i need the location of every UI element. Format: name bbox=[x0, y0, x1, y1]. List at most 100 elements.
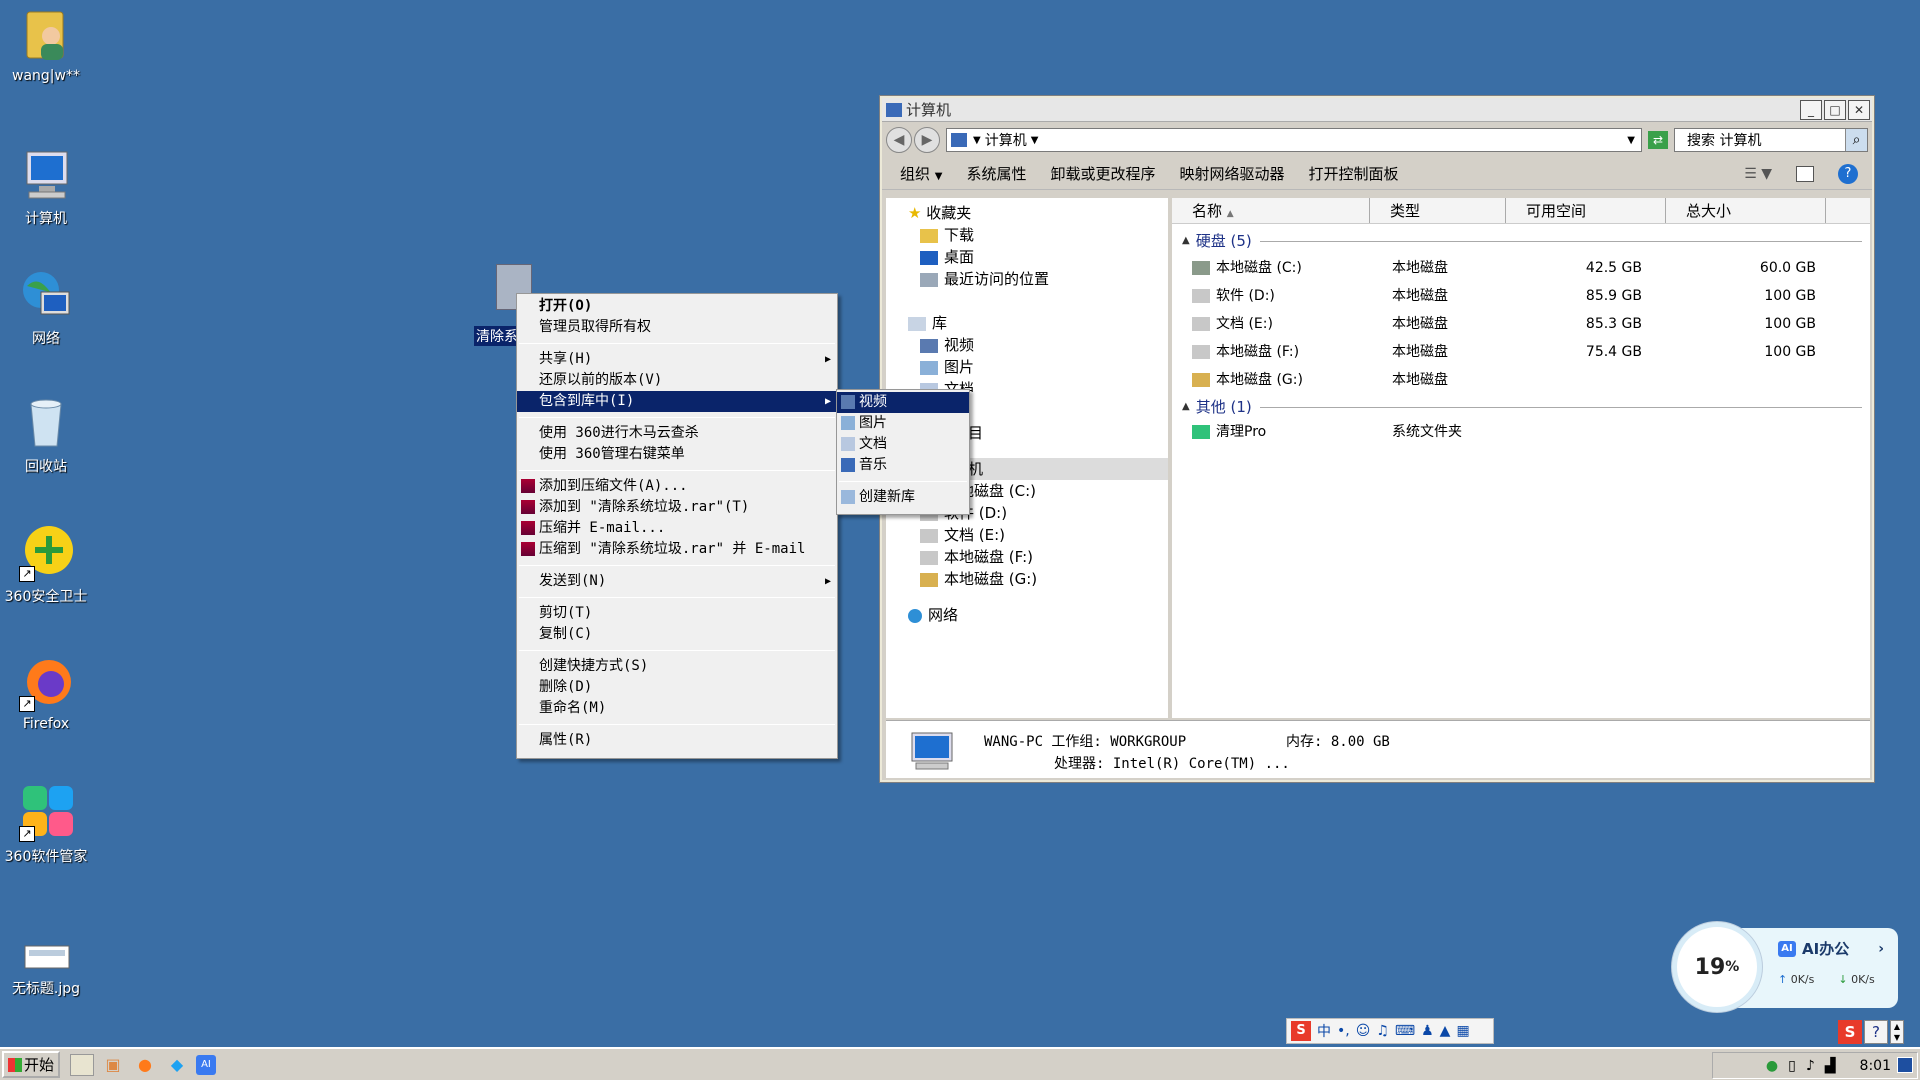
desktop-icon-network[interactable]: 网络 bbox=[0, 266, 92, 348]
microphone-icon[interactable]: ♫ bbox=[1376, 1023, 1389, 1039]
address-dropdown-icon[interactable]: ▼ bbox=[1627, 135, 1635, 146]
punctuation-icon[interactable]: •, bbox=[1337, 1023, 1350, 1039]
system-properties-button[interactable]: 系统属性 bbox=[967, 163, 1027, 184]
drive-row[interactable]: 本地磁盘 (C:) 本地磁盘 42.5 GB 60.0 GB bbox=[1172, 254, 1870, 282]
skin-icon[interactable]: ▲ bbox=[1440, 1023, 1451, 1039]
clock[interactable]: 8:01 bbox=[1860, 1058, 1891, 1074]
volume-icon[interactable]: ♪ bbox=[1806, 1058, 1815, 1074]
memory-usage-circle[interactable]: 19% bbox=[1672, 922, 1762, 1012]
show-desktop-button[interactable] bbox=[1897, 1057, 1913, 1073]
collapse-icon[interactable]: ▲ bbox=[1182, 230, 1190, 252]
view-options-icon[interactable]: ☰ ▼ bbox=[1744, 166, 1772, 182]
window-title-bar[interactable]: 计算机 _ □ ✕ bbox=[882, 98, 1872, 122]
ime-mode[interactable]: 中 bbox=[1317, 1021, 1331, 1041]
submenu-pictures[interactable]: 图片 bbox=[837, 413, 969, 434]
column-type[interactable]: 类型 bbox=[1370, 198, 1506, 223]
menu-rename[interactable]: 重命名(M) bbox=[517, 698, 837, 719]
column-total[interactable]: 总大小 bbox=[1666, 198, 1826, 223]
drive-row[interactable]: 本地磁盘 (G:) 本地磁盘 bbox=[1172, 366, 1870, 394]
help-icon[interactable]: ? bbox=[1864, 1020, 1888, 1044]
ai-icon[interactable]: AI bbox=[196, 1054, 216, 1075]
preview-pane-icon[interactable] bbox=[1796, 165, 1814, 182]
menu-cut[interactable]: 剪切(T) bbox=[517, 603, 837, 624]
toolbox-icon[interactable]: ▦ bbox=[1456, 1023, 1469, 1039]
desktop-icon-untitled-jpg[interactable]: 无标题.jpg bbox=[0, 930, 92, 998]
map-drive-button[interactable]: 映射网络驱动器 bbox=[1180, 163, 1285, 184]
nav-favorites[interactable]: ★ 收藏夹 bbox=[886, 202, 1168, 224]
forward-button[interactable]: ▶ bbox=[914, 127, 940, 153]
start-button[interactable]: 开始 bbox=[2, 1051, 60, 1078]
close-button[interactable]: ✕ bbox=[1848, 99, 1870, 120]
submenu-music[interactable]: 音乐 bbox=[837, 455, 969, 476]
keyboard-icon[interactable]: ⌨ bbox=[1395, 1023, 1415, 1039]
chevron-right-icon[interactable]: › bbox=[1878, 941, 1884, 957]
column-name[interactable]: 名称 ▲ bbox=[1172, 198, 1370, 223]
nav-libraries[interactable]: 库 bbox=[886, 312, 1168, 334]
ai-office-label[interactable]: AI办公 bbox=[1802, 938, 1878, 959]
firefox-icon[interactable]: ● bbox=[132, 1052, 158, 1078]
desktop-icon-360software[interactable]: ↗ 360软件管家 bbox=[0, 784, 92, 866]
drive-row[interactable]: 本地磁盘 (F:) 本地磁盘 75.4 GB 100 GB bbox=[1172, 338, 1870, 366]
user-icon[interactable]: ♟ bbox=[1421, 1023, 1434, 1039]
help-icon[interactable]: ? bbox=[1838, 163, 1858, 184]
group-hard-disks[interactable]: ▲ 硬盘 (5) bbox=[1172, 230, 1870, 252]
network-signal-icon[interactable]: ▟ bbox=[1825, 1058, 1836, 1074]
show-desktop-icon[interactable] bbox=[70, 1053, 94, 1076]
refresh-icon[interactable]: ⇄ bbox=[1648, 131, 1668, 149]
nav-drive-e[interactable]: 文档 (E:) bbox=[886, 524, 1168, 546]
nav-drive-g[interactable]: 本地磁盘 (G:) bbox=[886, 568, 1168, 590]
nav-downloads[interactable]: 下载 bbox=[886, 224, 1168, 246]
emoji-icon[interactable]: ☺ bbox=[1356, 1023, 1371, 1039]
menu-compress-rar-email[interactable]: 压缩到 "清除系统垃圾.rar" 并 E-mail bbox=[517, 539, 837, 560]
menu-add-to-rar[interactable]: 添加到 "清除系统垃圾.rar"(T) bbox=[517, 497, 837, 518]
nav-lib-video[interactable]: 视频 bbox=[886, 334, 1168, 356]
more-icon[interactable]: ▲ ▼ bbox=[1890, 1020, 1904, 1044]
submenu-video[interactable]: 视频 bbox=[837, 392, 969, 413]
menu-take-ownership[interactable]: 管理员取得所有权 bbox=[517, 317, 837, 338]
selected-desktop-file[interactable]: 清除系 bbox=[474, 264, 532, 346]
360-software-icon[interactable]: ◆ bbox=[164, 1052, 190, 1078]
drive-row[interactable]: 文档 (E:) 本地磁盘 85.3 GB 100 GB bbox=[1172, 310, 1870, 338]
control-panel-button[interactable]: 打开控制面板 bbox=[1309, 163, 1399, 184]
device-icon[interactable]: ▯ bbox=[1788, 1058, 1796, 1074]
menu-360-scan[interactable]: 使用 360进行木马云查杀 bbox=[517, 423, 837, 444]
menu-share[interactable]: 共享(H) ▶ bbox=[517, 349, 837, 370]
desktop-icon-computer[interactable]: 计算机 bbox=[0, 146, 92, 228]
menu-add-archive[interactable]: 添加到压缩文件(A)... bbox=[517, 476, 837, 497]
menu-delete[interactable]: 删除(D) bbox=[517, 677, 837, 698]
submenu-new-library[interactable]: 创建新库 bbox=[837, 487, 969, 508]
breadcrumb[interactable]: 计算机 bbox=[985, 130, 1027, 150]
collapse-icon[interactable]: ▲ bbox=[1182, 396, 1190, 418]
search-icon[interactable]: ⌕ bbox=[1845, 129, 1867, 151]
sogou-tray-icon[interactable]: S bbox=[1838, 1020, 1862, 1044]
group-other[interactable]: ▲ 其他 (1) bbox=[1172, 396, 1870, 418]
nav-recent[interactable]: 最近访问的位置 bbox=[886, 268, 1168, 290]
menu-restore-previous[interactable]: 还原以前的版本(V) bbox=[517, 370, 837, 391]
drive-row[interactable]: 软件 (D:) 本地磁盘 85.9 GB 100 GB bbox=[1172, 282, 1870, 310]
desktop-icon-user[interactable]: wang|w** bbox=[0, 6, 92, 84]
nav-drive-f[interactable]: 本地磁盘 (F:) bbox=[886, 546, 1168, 568]
menu-360-manage[interactable]: 使用 360管理右键菜单 bbox=[517, 444, 837, 465]
menu-send-to[interactable]: 发送到(N) ▶ bbox=[517, 571, 837, 592]
organize-button[interactable]: 组织 ▼ bbox=[900, 163, 943, 184]
sogou-icon[interactable]: S bbox=[1291, 1021, 1311, 1041]
desktop-icon-360safe[interactable]: ↗ 360安全卫士 bbox=[0, 524, 92, 606]
other-row[interactable]: 清理Pro 系统文件夹 bbox=[1172, 418, 1870, 446]
back-button[interactable]: ◀ bbox=[886, 127, 912, 153]
nav-lib-pictures[interactable]: 图片 bbox=[886, 356, 1168, 378]
menu-create-shortcut[interactable]: 创建快捷方式(S) bbox=[517, 656, 837, 677]
column-free[interactable]: 可用空间 bbox=[1506, 198, 1666, 223]
maximize-button[interactable]: □ bbox=[1824, 99, 1846, 120]
menu-include-library[interactable]: 包含到库中(I) ▶ bbox=[517, 391, 837, 412]
360-float-widget[interactable]: AI AI办公 › ↑ 0K/s ↓ 0K/s 19% bbox=[1672, 922, 1900, 1012]
menu-copy[interactable]: 复制(C) bbox=[517, 624, 837, 645]
desktop-icon-firefox[interactable]: ↗ Firefox bbox=[0, 654, 92, 732]
menu-properties[interactable]: 属性(R) bbox=[517, 730, 837, 751]
uninstall-button[interactable]: 卸载或更改程序 bbox=[1051, 163, 1156, 184]
menu-compress-email[interactable]: 压缩并 E-mail... bbox=[517, 518, 837, 539]
nav-desktop[interactable]: 桌面 bbox=[886, 246, 1168, 268]
breadcrumb-chevron-icon[interactable]: ▼ bbox=[1031, 135, 1628, 146]
menu-open[interactable]: 打开(O) bbox=[517, 296, 837, 317]
minimize-button[interactable]: _ bbox=[1800, 99, 1822, 120]
search-input[interactable]: 搜索 计算机 ⌕ bbox=[1674, 128, 1868, 152]
